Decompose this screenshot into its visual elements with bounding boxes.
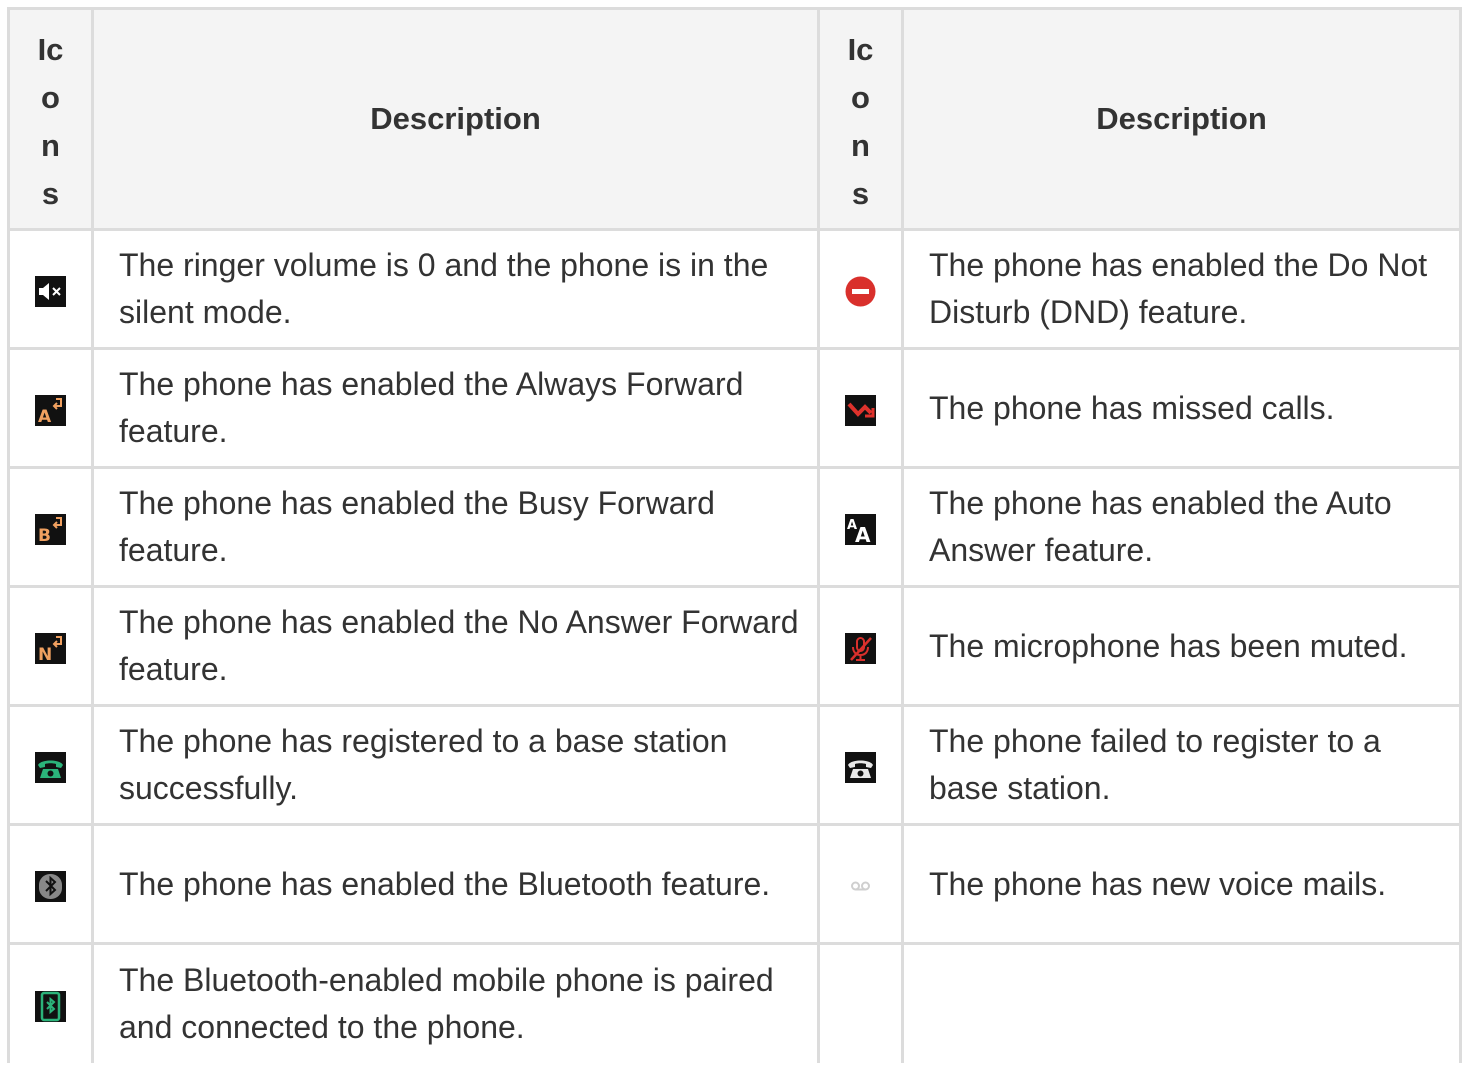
table-row: The phone has registered to a base stati… — [7, 704, 1462, 826]
description-cell: The phone has enabled the Busy Forward f… — [91, 466, 820, 588]
icons-header: Ic o n s — [7, 7, 94, 231]
table-row: The phone has enabled the Bluetooth feat… — [7, 823, 1462, 945]
icon-cell — [817, 585, 904, 707]
icon-cell — [7, 823, 94, 945]
icon-cell — [817, 704, 904, 826]
bluetooth-icon — [35, 870, 66, 902]
description-cell: The phone has missed calls. — [901, 347, 1462, 469]
description-cell: The phone has enabled the Do Not Disturb… — [901, 228, 1462, 350]
no-answer-forward-icon: N — [35, 632, 66, 664]
icon-cell — [7, 228, 94, 350]
svg-text:A: A — [855, 523, 871, 545]
icons-header-char: Ic — [847, 32, 874, 67]
icon-cell — [7, 942, 94, 1063]
icons-table: Ic o n s Description Ic o n s Descriptio… — [7, 7, 1462, 1063]
icon-cell — [817, 347, 904, 469]
register-failed-icon — [845, 751, 876, 783]
table-row: The Bluetooth-enabled mobile phone is pa… — [7, 942, 1462, 1063]
icon-cell — [817, 823, 904, 945]
table-row: N The phone has enabled the No Answer Fo… — [7, 585, 1462, 707]
description-cell: The phone has enabled the Always Forward… — [91, 347, 820, 469]
icons-header-char: o — [851, 80, 870, 115]
icons-header-char: n — [41, 128, 60, 163]
busy-forward-icon: B — [35, 513, 66, 545]
dnd-icon — [845, 276, 876, 307]
always-forward-icon: A — [35, 394, 66, 426]
svg-text:A: A — [38, 407, 52, 426]
svg-text:B: B — [38, 526, 51, 545]
icons-table-container: Ic o n s Description Ic o n s Descriptio… — [7, 7, 1462, 1063]
description-cell: The phone has enabled the No Answer Forw… — [91, 585, 820, 707]
missed-call-icon — [845, 394, 876, 426]
table-row: A The phone has enabled the Always Forwa… — [7, 347, 1462, 469]
icons-header-char: s — [41, 176, 60, 211]
table-row: The ringer volume is 0 and the phone is … — [7, 228, 1462, 350]
description-cell: The phone has enabled the Bluetooth feat… — [91, 823, 820, 945]
voicemail-icon — [845, 871, 876, 902]
empty-description-cell — [901, 942, 1462, 1063]
icon-cell: B — [7, 466, 94, 588]
description-cell: The Bluetooth-enabled mobile phone is pa… — [91, 942, 820, 1063]
icons-header-char: o — [41, 80, 60, 115]
description-cell: The ringer volume is 0 and the phone is … — [91, 228, 820, 350]
description-cell: The phone has new voice mails. — [901, 823, 1462, 945]
icon-cell — [7, 704, 94, 826]
silent-mode-icon — [35, 275, 66, 307]
icons-header-char: Ic — [37, 32, 64, 67]
bluetooth-mobile-paired-icon — [35, 990, 66, 1022]
registered-icon — [35, 751, 66, 783]
icons-header-char: n — [851, 128, 870, 163]
empty-icon-cell — [817, 942, 904, 1063]
svg-text:N: N — [38, 645, 52, 664]
icons-header-char: s — [851, 176, 870, 211]
icons-header: Ic o n s — [817, 7, 904, 231]
icon-cell: A — [7, 347, 94, 469]
icon-cell: N — [7, 585, 94, 707]
description-cell: The phone failed to register to a base s… — [901, 704, 1462, 826]
icon-cell: AA — [817, 466, 904, 588]
icon-cell — [817, 228, 904, 350]
description-header: Description — [901, 7, 1462, 231]
description-cell: The microphone has been muted. — [901, 585, 1462, 707]
table-row: B The phone has enabled the Busy Forward… — [7, 466, 1462, 588]
auto-answer-icon: AA — [845, 513, 876, 545]
mic-muted-icon — [845, 632, 876, 664]
description-header: Description — [91, 7, 820, 231]
description-cell: The phone has registered to a base stati… — [91, 704, 820, 826]
header-row: Ic o n s Description Ic o n s Descriptio… — [7, 7, 1462, 231]
description-cell: The phone has enabled the Auto Answer fe… — [901, 466, 1462, 588]
